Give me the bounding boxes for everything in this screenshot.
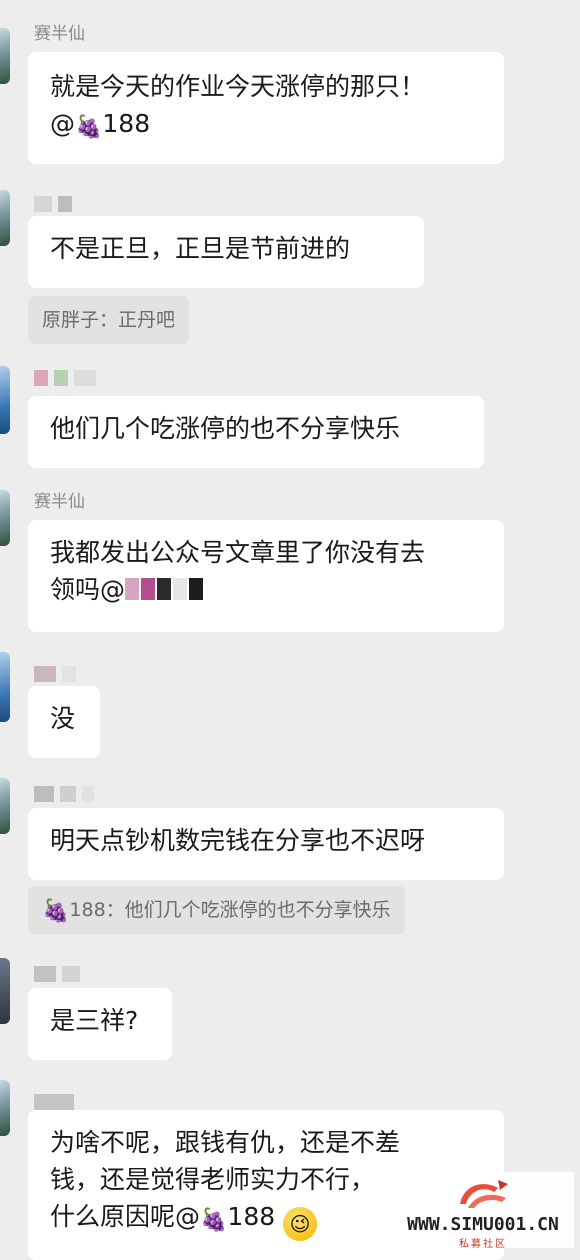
message-bubble[interactable]: 我都发出公众号文章里了你没有去 领吗@: [28, 520, 504, 632]
site-watermark: WWW.SIMU001.CN 私募社区: [392, 1172, 574, 1250]
quoted-reply[interactable]: 原胖子：正丹吧: [28, 296, 190, 344]
watermark-subtitle: 私募社区: [459, 1239, 507, 1250]
sender-name-blurred: [34, 196, 78, 214]
avatar[interactable]: [0, 366, 10, 434]
message-bubble[interactable]: 没: [28, 686, 100, 758]
message-bubble[interactable]: 他们几个吃涨停的也不分享快乐: [28, 396, 484, 468]
sender-name-blurred: [34, 786, 100, 804]
avatar[interactable]: [0, 652, 10, 722]
grape-icon: 🍇: [75, 115, 103, 140]
watermark-logo-icon: [460, 1180, 508, 1208]
message-bubble[interactable]: 不是正旦，正旦是节前进的: [28, 216, 424, 288]
sender-name: 赛半仙: [34, 492, 85, 512]
mention-text: 188: [227, 1202, 276, 1231]
quoted-reply-text: 188：他们几个吃涨停的也不分享快乐: [69, 899, 391, 921]
mention-text: 188: [102, 109, 151, 138]
message-bubble[interactable]: 是三祥?: [28, 988, 172, 1060]
message-bubble[interactable]: 明天点钞机数完钱在分享也不迟呀: [28, 808, 504, 880]
avatar[interactable]: [0, 190, 10, 246]
censored-mention: [125, 573, 205, 610]
avatar[interactable]: [0, 490, 10, 546]
wink-emoji-icon: 😉: [283, 1207, 318, 1241]
message-bubble[interactable]: 就是今天的作业今天涨停的那只！ @🍇188: [28, 52, 504, 164]
avatar[interactable]: [0, 28, 10, 84]
quoted-reply[interactable]: 🍇188：他们几个吃涨停的也不分享快乐: [28, 886, 405, 934]
avatar[interactable]: [0, 778, 10, 834]
grape-icon: 🍇: [200, 1208, 228, 1233]
avatar[interactable]: [0, 1080, 10, 1136]
watermark-site: WWW.SIMU001.CN: [407, 1214, 559, 1235]
message-text: 我都发出公众号文章里了你没有去 领吗@: [50, 538, 426, 604]
sender-name-blurred: [34, 666, 82, 684]
sender-name-blurred: [34, 966, 86, 984]
grape-icon: 🍇: [42, 899, 70, 924]
avatar[interactable]: [0, 958, 10, 1024]
sender-name: 赛半仙: [34, 24, 85, 44]
sender-name-blurred: [34, 370, 102, 388]
